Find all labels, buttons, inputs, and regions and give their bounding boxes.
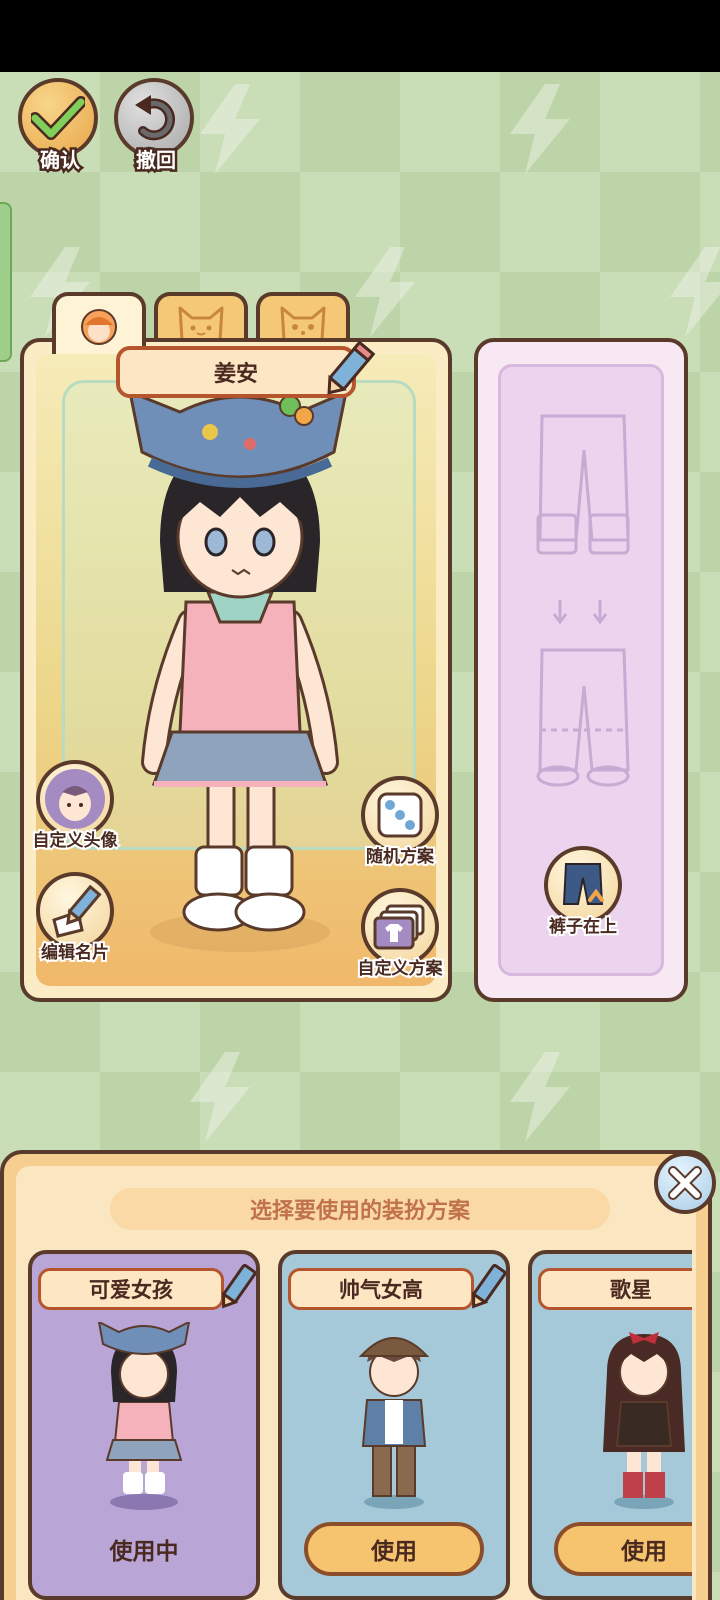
outfit-card-list[interactable]: 可爱女孩 使用中 帅气女高 使用 歌星 使用	[28, 1250, 692, 1600]
edit-card-button[interactable]: 编辑名片	[20, 872, 130, 972]
outfit-card[interactable]: 歌星 使用	[528, 1250, 692, 1600]
sheet-title: 选择要使用的装扮方案	[110, 1188, 610, 1230]
use-button[interactable]: 使用	[304, 1522, 484, 1576]
custom-avatar-button[interactable]: 自定义头像	[20, 760, 130, 860]
lightning-decor-icon	[190, 1052, 250, 1142]
tab-human[interactable]	[52, 292, 146, 354]
outfit-card-active[interactable]: 可爱女孩 使用中	[28, 1250, 260, 1600]
pants-on-top-button[interactable]: 裤子在上	[528, 846, 638, 946]
close-button[interactable]	[654, 1152, 716, 1214]
custom-avatar-label: 自定义头像	[31, 829, 120, 853]
pants-order-illustration	[536, 414, 630, 787]
confirm-label: 确认	[38, 146, 83, 175]
random-outfit-button[interactable]: 随机方案	[345, 776, 455, 876]
custom-outfit-label: 自定义方案	[356, 957, 445, 981]
lightning-decor-icon	[670, 247, 720, 337]
edit-pencil-icon[interactable]	[216, 1262, 256, 1312]
close-icon	[668, 1166, 702, 1200]
use-button[interactable]: 使用	[554, 1522, 692, 1576]
random-outfit-label: 随机方案	[364, 845, 436, 869]
outfit-preview-cool-schoolgirl	[358, 1337, 430, 1509]
side-drawer-handle[interactable]	[0, 202, 12, 362]
outfit-card-name: 帅气女高	[288, 1268, 474, 1310]
custom-outfit-button[interactable]: 自定义方案	[345, 888, 455, 988]
character-avatar	[128, 392, 348, 952]
edit-card-label: 编辑名片	[39, 941, 111, 965]
in-use-label: 使用中	[109, 1539, 179, 1565]
cat-face-icon	[280, 306, 326, 342]
lightning-decor-icon	[355, 247, 415, 337]
undo-button[interactable]: 撤回	[114, 78, 198, 175]
undo-label: 撤回	[134, 146, 179, 175]
lightning-decor-icon	[510, 84, 570, 174]
cat-face-icon	[178, 306, 224, 342]
outfit-card[interactable]: 帅气女高 使用	[278, 1250, 510, 1600]
outfit-preview-cute-girl	[97, 1322, 191, 1510]
pants-on-top-label: 裤子在上	[547, 915, 619, 939]
character-name: 姜安	[213, 362, 258, 387]
outfit-card-name: 歌星	[538, 1268, 692, 1310]
outfit-card-name: 可爱女孩	[38, 1268, 224, 1310]
outfit-preview-singer	[603, 1332, 685, 1509]
girl-face-icon	[81, 309, 117, 345]
lightning-decor-icon	[510, 1052, 570, 1142]
lightning-decor-icon	[200, 84, 260, 174]
character-name-plate: 姜安	[116, 346, 356, 398]
edit-pencil-icon[interactable]	[322, 338, 376, 400]
edit-pencil-icon[interactable]	[466, 1262, 506, 1312]
confirm-button[interactable]: 确认	[18, 78, 102, 175]
